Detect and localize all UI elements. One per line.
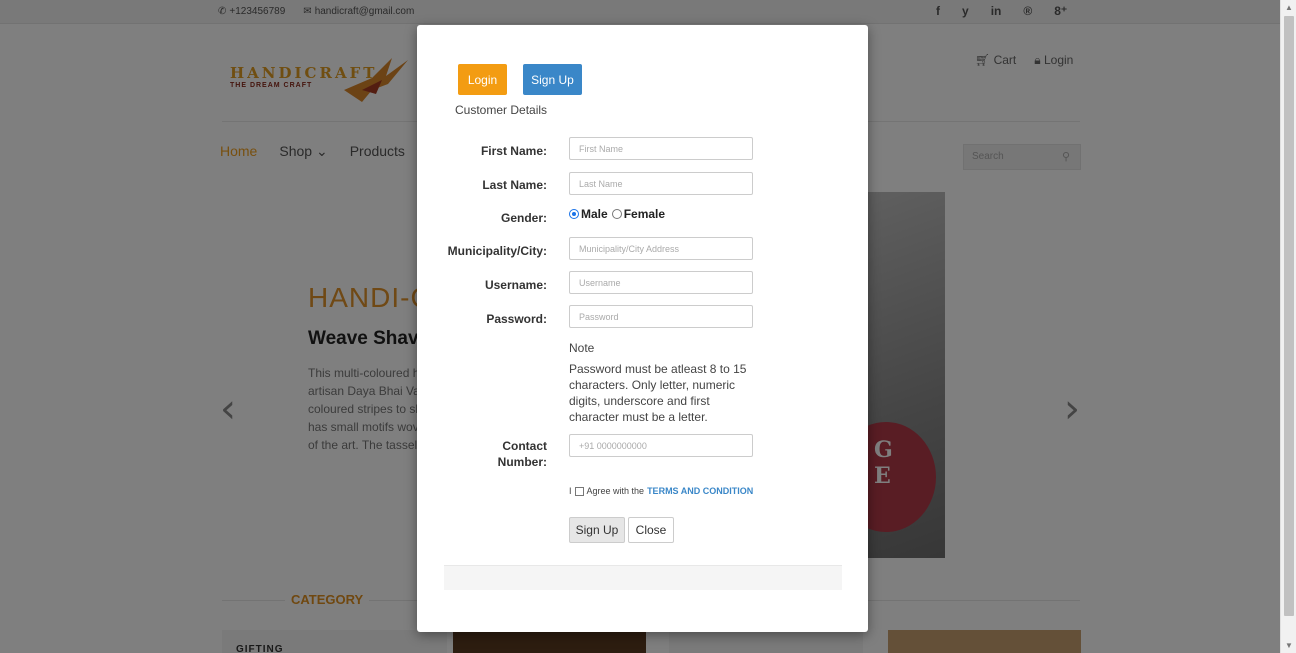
scroll-down-icon[interactable]: ▼ — [1285, 641, 1293, 650]
last-name-label: Last Name: — [482, 178, 547, 192]
gender-female-radio[interactable] — [611, 209, 622, 219]
city-label: Municipality/City: — [447, 244, 547, 258]
agree-prefix: I — [569, 486, 572, 496]
password-input[interactable] — [569, 305, 753, 328]
section-title: Customer Details — [455, 103, 548, 117]
gender-female-label: Female — [623, 207, 666, 221]
username-input[interactable] — [569, 271, 753, 294]
close-button[interactable]: Close — [628, 517, 674, 543]
terms-agreement: I Agree with the TERMS AND CONDITION — [569, 486, 753, 496]
scrollbar-thumb[interactable] — [1284, 16, 1294, 616]
signup-modal: Login Sign Up Customer Details First Nam… — [417, 25, 868, 632]
city-input[interactable] — [569, 237, 753, 260]
contact-number-input[interactable] — [569, 434, 753, 457]
login-tab-button[interactable]: Login — [458, 64, 507, 95]
gender-options: Male Female — [569, 207, 665, 221]
scroll-up-icon[interactable]: ▲ — [1285, 3, 1293, 12]
gender-male-radio[interactable] — [569, 209, 579, 219]
first-name-label: First Name: — [480, 144, 547, 158]
note-label: Note — [569, 341, 595, 355]
last-name-input[interactable] — [569, 172, 753, 195]
contact-label-line2: Number: — [497, 455, 547, 469]
password-label: Password: — [486, 312, 547, 326]
terms-checkbox[interactable] — [574, 486, 584, 496]
terms-link[interactable]: TERMS AND CONDITION — [647, 486, 753, 496]
gender-label: Gender: — [500, 211, 547, 225]
signup-tab-button[interactable]: Sign Up — [523, 64, 582, 95]
signup-submit-button[interactable]: Sign Up — [569, 517, 625, 543]
password-rules-text: Password must be atleast 8 to 15 charact… — [569, 362, 747, 424]
first-name-input[interactable] — [569, 137, 753, 160]
contact-label-line1: Contact — [502, 439, 547, 453]
gender-male-label: Male — [581, 207, 608, 221]
page-scrollbar[interactable]: ▲ ▼ — [1280, 0, 1296, 653]
agree-text: Agree with the — [586, 486, 645, 496]
username-label: Username: — [484, 278, 547, 292]
modal-footer — [444, 565, 842, 590]
